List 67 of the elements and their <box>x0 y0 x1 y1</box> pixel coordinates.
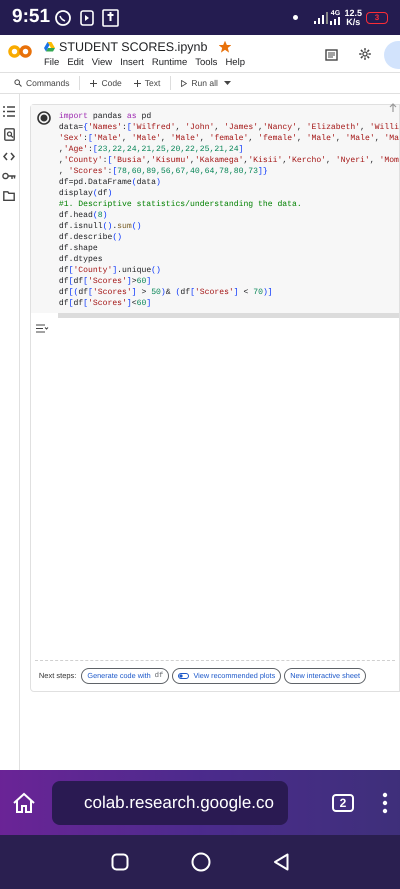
code-line: df['County'].unique() <box>58 265 162 276</box>
comment-icon[interactable] <box>325 49 338 61</box>
code-line: df[df['Scores']>60] <box>58 276 152 287</box>
recent-apps-icon[interactable] <box>111 853 129 871</box>
code-cell[interactable] <box>30 105 399 313</box>
home-icon[interactable] <box>12 792 36 814</box>
code-line: ,'County':['Busia','Kisumu','Kakamega','Kisii','Kercho', 'Nyeri', 'Mom <box>58 155 399 166</box>
arrow-up-icon[interactable] <box>387 102 399 114</box>
book-icon <box>102 8 120 26</box>
code-line: df.describe() <box>58 232 124 243</box>
plus-icon <box>134 80 141 86</box>
menu-item[interactable]: View <box>92 56 112 69</box>
more-icon[interactable] <box>382 792 388 814</box>
chat-icon <box>54 8 72 26</box>
signal-icon <box>330 17 340 25</box>
drive-icon <box>44 42 55 52</box>
menu-item[interactable]: File <box>44 56 60 69</box>
search-icon[interactable] <box>4 128 15 141</box>
menu-item[interactable]: Help <box>225 56 245 69</box>
address-bar[interactable]: colab.research.google.co <box>52 780 288 824</box>
toggle-icon <box>178 673 190 679</box>
add-cell-button[interactable]: Text <box>128 73 166 93</box>
home-icon[interactable] <box>191 852 211 872</box>
code-line: ,'Age':[23,22,24,21,25,20,22,25,21,24] <box>58 144 244 155</box>
menu-item[interactable]: Insert <box>120 56 144 69</box>
settings-icon[interactable] <box>358 47 372 61</box>
signal-icon <box>314 12 328 24</box>
code-line: df.isnull().sum() <box>58 221 142 232</box>
code-line: df[(df['Scores'] > 50)& (df['Scores'] < 70)] <box>58 287 274 298</box>
output-toggle-icon[interactable] <box>36 324 49 333</box>
code-line: 'Sex':['Male', 'Male', 'Male', 'female', 'female', 'Male', 'Male', 'Ma <box>58 133 399 144</box>
notebook-title[interactable]: STUDENT SCORES.ipynb <box>59 39 208 55</box>
clock-time: 9:51 <box>12 5 50 30</box>
caret-icon[interactable] <box>224 81 231 85</box>
star-icon[interactable] <box>219 41 232 53</box>
list-icon[interactable] <box>3 106 16 117</box>
code-line: df.dtypes <box>58 254 104 265</box>
search-icon <box>14 79 22 87</box>
key-icon[interactable] <box>2 172 16 180</box>
speed-unit: K/s <box>346 18 360 26</box>
tab-count-button[interactable]: 2 <box>332 794 354 812</box>
code-line: import pandas as pd <box>58 111 152 122</box>
run-all-button[interactable]: Run all <box>175 73 224 93</box>
add-cell-button[interactable]: Code <box>84 73 128 93</box>
commands-button[interactable]: Commands <box>8 73 76 93</box>
network-speed: 12.5 <box>344 8 362 18</box>
run-cell-icon[interactable] <box>36 111 51 125</box>
menu-item[interactable]: Edit <box>67 56 84 69</box>
code-line: df.shape <box>58 243 99 254</box>
colab-logo <box>8 45 32 58</box>
code-line: display(df) <box>58 188 114 199</box>
menu-item[interactable]: Runtime <box>152 56 188 69</box>
code-line: df[df['Scores']<60] <box>58 298 152 309</box>
menu-item[interactable]: Tools <box>195 56 218 69</box>
play-icon <box>181 80 188 86</box>
code-line: #1. Descriptive statistics/understanding the data. <box>58 199 303 210</box>
play-icon <box>80 10 94 26</box>
battery-indicator: 3 <box>366 12 388 24</box>
code-line: df=pd.DataFrame(data) <box>58 177 162 188</box>
url-text: colab.research.google.co <box>84 792 274 814</box>
code-icon[interactable] <box>3 152 16 161</box>
code-line: data={'Names':['Wilfred', 'John', 'James','Nancy', 'Elizabeth', 'Willi <box>58 122 399 133</box>
code-line: df.head(8) <box>58 210 108 221</box>
code-line: , 'Scores':[78,60,89,56,67,40,64,78,80,73]} <box>58 166 269 177</box>
plus-icon <box>90 80 98 86</box>
folder-icon[interactable] <box>3 191 16 201</box>
back-icon[interactable] <box>273 853 289 871</box>
